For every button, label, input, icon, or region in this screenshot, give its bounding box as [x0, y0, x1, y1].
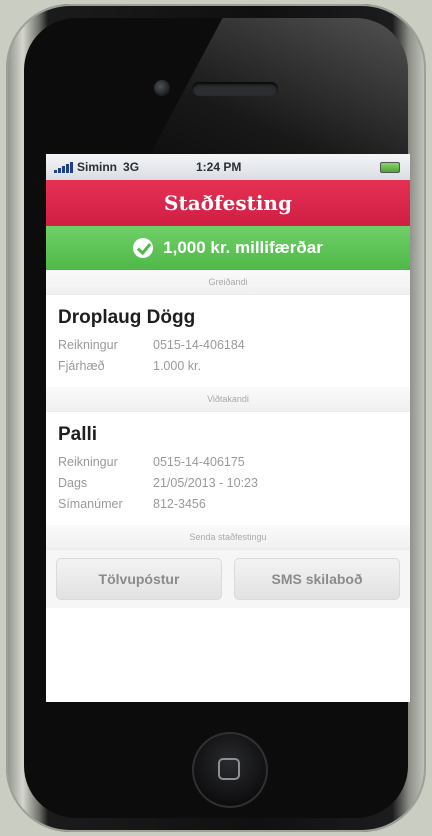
sender-card: Droplaug Dögg Reikningur 0515-14-406184 …	[46, 295, 410, 387]
detail-label: Reikningur	[58, 338, 118, 352]
email-button[interactable]: Tölvupóstur	[56, 558, 222, 600]
phone-device: Siminn 3G 1:24 PM Staðfesting 1,000 kr. …	[6, 4, 426, 832]
receiver-card: Palli Reikningur 0515-14-406175 Dags 21/…	[46, 412, 410, 525]
detail-value: 0515-14-406184	[153, 338, 245, 352]
detail-row: Fjárhæð 1.000 kr.	[58, 356, 398, 377]
success-banner: 1,000 kr. millifærðar	[46, 226, 410, 270]
signal-strength-icon	[54, 161, 73, 173]
success-message: 1,000 kr. millifærðar	[163, 238, 323, 257]
detail-value: 0515-14-406175	[153, 455, 245, 469]
status-bar: Siminn 3G 1:24 PM	[46, 154, 410, 180]
checkmark-icon	[133, 238, 154, 258]
front-camera-icon	[154, 80, 170, 96]
detail-label: Fjárhæð	[58, 359, 105, 373]
detail-label: Dags	[58, 476, 88, 490]
network-type: 3G	[123, 160, 140, 174]
receiver-name: Palli	[58, 424, 98, 445]
detail-label: Reikningur	[58, 455, 118, 469]
sender-name: Droplaug Dögg	[58, 307, 196, 328]
home-square-icon	[218, 758, 240, 780]
sms-button[interactable]: SMS skilaboð	[234, 558, 400, 600]
battery-icon	[380, 162, 400, 173]
clock: 1:24 PM	[196, 160, 242, 174]
receiver-section-header: Viðtakandi	[46, 387, 410, 412]
carrier-name: Siminn	[77, 160, 118, 174]
detail-row: Reikningur 0515-14-406175	[58, 452, 398, 473]
send-confirmation-header: Senda staðfestingu	[46, 525, 410, 550]
app-screen: Siminn 3G 1:24 PM Staðfesting 1,000 kr. …	[46, 154, 410, 702]
detail-value: 812-3456	[153, 497, 206, 511]
detail-row: Dags 21/05/2013 - 10:23	[58, 473, 398, 494]
home-button[interactable]	[192, 732, 268, 808]
detail-value: 1.000 kr.	[153, 359, 201, 373]
detail-row: Reikningur 0515-14-406184	[58, 335, 398, 356]
detail-label: Símanúmer	[58, 497, 123, 511]
detail-row: Símanúmer 812-3456	[58, 494, 398, 515]
page-title: Staðfesting	[46, 180, 410, 226]
earpiece-speaker	[192, 82, 278, 96]
sender-section-header: Greiðandi	[46, 270, 410, 295]
confirmation-actions: Tölvupóstur SMS skilaboð	[46, 550, 410, 608]
detail-value: 21/05/2013 - 10:23	[153, 476, 258, 490]
